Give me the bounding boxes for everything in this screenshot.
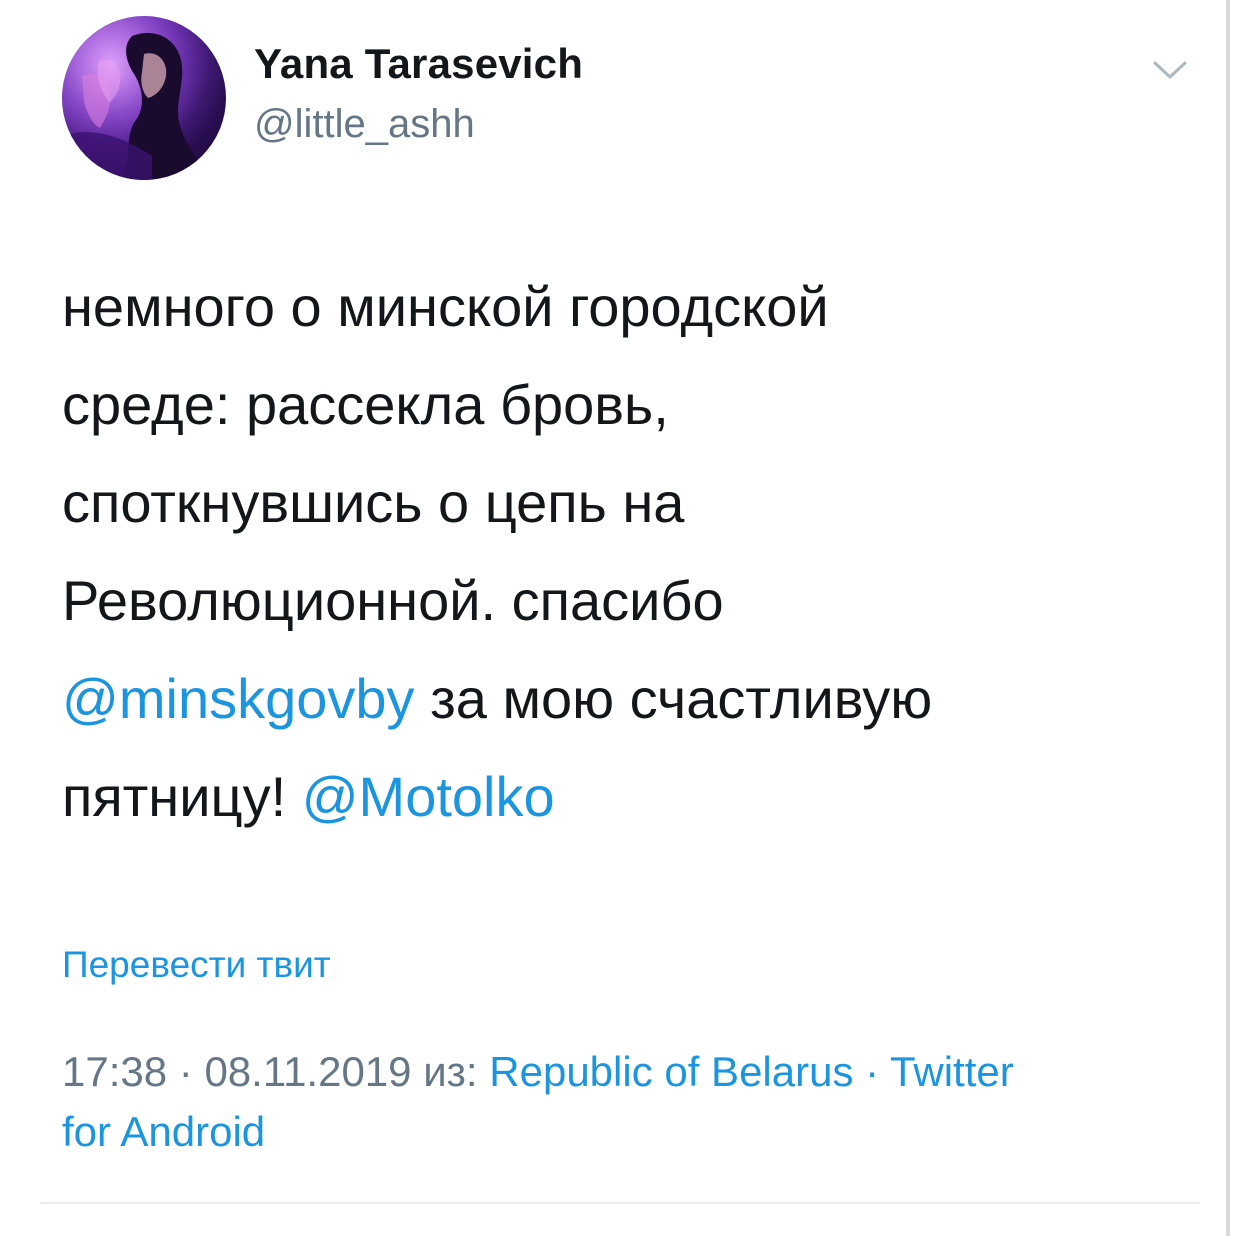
meta-separator: · — [853, 1048, 891, 1095]
tweet-meta: 17:38 · 08.11.2019 из: Republic of Belar… — [62, 1042, 1172, 1162]
tweet-text: немного о минской городской среде: рассе… — [62, 258, 1162, 846]
tweet-text-line: пятницу! @Motolko — [62, 748, 1162, 846]
tweet-text-line: Революционной. спасибо — [62, 569, 724, 632]
meta-separator: · — [167, 1048, 205, 1095]
source-link-continued[interactable]: for Android — [62, 1108, 265, 1155]
tweet-text-fragment: за мою счастливую — [414, 667, 933, 730]
author-handle[interactable]: @little_ashh — [254, 102, 475, 147]
from-label: из: — [411, 1048, 490, 1095]
translate-tweet-link[interactable]: Перевести твит — [62, 944, 331, 986]
source-link[interactable]: Twitter — [890, 1048, 1014, 1095]
meta-line: for Android — [62, 1102, 1172, 1162]
divider — [40, 1202, 1200, 1204]
tweet-text-line: @minskgovby за мою счастливую — [62, 650, 1162, 748]
mention-link-minskgovby[interactable]: @minskgovby — [62, 667, 415, 730]
avatar[interactable] — [62, 16, 226, 180]
scrollbar[interactable] — [1226, 0, 1230, 1236]
chevron-down-icon[interactable] — [1152, 58, 1188, 82]
tweet-detail: Yana Tarasevich @little_ashh немного о м… — [0, 0, 1242, 1236]
tweet-text-fragment: пятницу! — [62, 765, 302, 828]
author-name[interactable]: Yana Tarasevich — [254, 40, 583, 88]
tweet-text-line: немного о минской городской — [62, 275, 829, 338]
tweet-time: 17:38 — [62, 1048, 168, 1095]
tweet-date: 08.11.2019 — [204, 1048, 412, 1095]
mention-link-motolko[interactable]: @Motolko — [302, 765, 555, 828]
meta-line: 17:38 · 08.11.2019 из: Republic of Belar… — [62, 1042, 1172, 1102]
tweet-text-line: среде: рассекла бровь, — [62, 373, 669, 436]
avatar-photo-icon — [62, 16, 226, 180]
tweet-text-line: споткнувшись о цепь на — [62, 471, 685, 534]
location-link[interactable]: Republic of Belarus — [489, 1048, 853, 1095]
